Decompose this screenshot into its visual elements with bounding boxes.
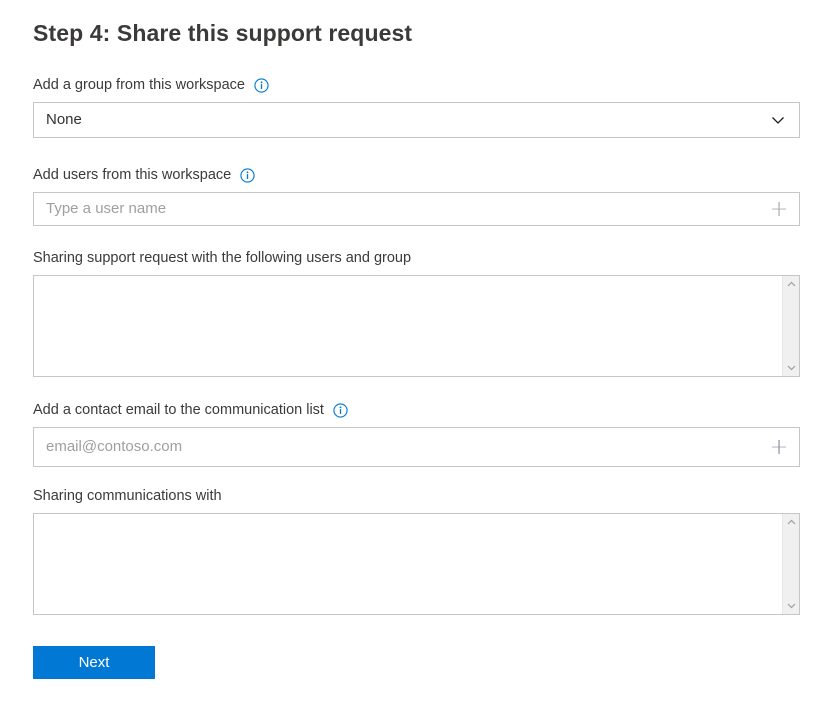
share-support-request-page: Step 4: Share this support request Add a… — [0, 0, 822, 702]
field-label-text: Add a group from this workspace — [33, 77, 245, 93]
contact-email-input[interactable]: email@contoso.com — [33, 427, 800, 467]
field-label-text: Sharing support request with the followi… — [33, 250, 412, 266]
field-communications-with: Sharing communications with — [33, 487, 800, 615]
scroll-down-icon[interactable] — [783, 597, 799, 614]
field-label-text: Sharing communications with — [33, 488, 222, 504]
shared-with-textarea-value[interactable] — [34, 276, 782, 376]
group-select-value: None — [46, 111, 82, 128]
page-title: Step 4: Share this support request — [33, 20, 413, 46]
contact-email-input-placeholder: email@contoso.com — [46, 438, 183, 455]
info-circle-icon[interactable] — [333, 402, 348, 418]
shared-with-textarea[interactable] — [33, 275, 800, 377]
field-label-shared-with: Sharing support request with the followi… — [33, 249, 800, 267]
plus-icon[interactable] — [769, 199, 789, 219]
field-label-text: Add users from this workspace — [33, 167, 232, 183]
scroll-down-icon[interactable] — [783, 359, 799, 376]
plus-icon[interactable] — [769, 437, 789, 457]
field-add-users: Add users from this workspace Type a use… — [33, 166, 800, 226]
field-label-contact-email: Add a contact email to the communication… — [33, 401, 800, 419]
communications-with-scrollbar[interactable] — [782, 514, 799, 614]
field-label-add-users: Add users from this workspace — [33, 166, 800, 184]
info-circle-icon[interactable] — [254, 77, 269, 93]
next-button[interactable]: Next — [33, 646, 155, 679]
field-contact-email: Add a contact email to the communication… — [33, 401, 800, 467]
communications-with-textarea[interactable] — [33, 513, 800, 615]
field-add-group: Add a group from this workspace None — [33, 76, 800, 138]
chevron-down-icon[interactable] — [769, 111, 787, 129]
scroll-up-icon[interactable] — [783, 276, 799, 293]
field-shared-with: Sharing support request with the followi… — [33, 249, 800, 377]
shared-with-scrollbar[interactable] — [782, 276, 799, 376]
communications-with-textarea-value[interactable] — [34, 514, 782, 614]
field-label-add-group: Add a group from this workspace — [33, 76, 800, 94]
user-name-input[interactable]: Type a user name — [33, 192, 800, 226]
info-circle-icon[interactable] — [240, 167, 255, 183]
user-name-input-placeholder: Type a user name — [46, 200, 167, 217]
field-label-communications-with: Sharing communications with — [33, 487, 800, 505]
field-label-text: Add a contact email to the communication… — [33, 402, 324, 418]
scroll-up-icon[interactable] — [783, 514, 799, 531]
group-select[interactable]: None — [33, 102, 800, 138]
